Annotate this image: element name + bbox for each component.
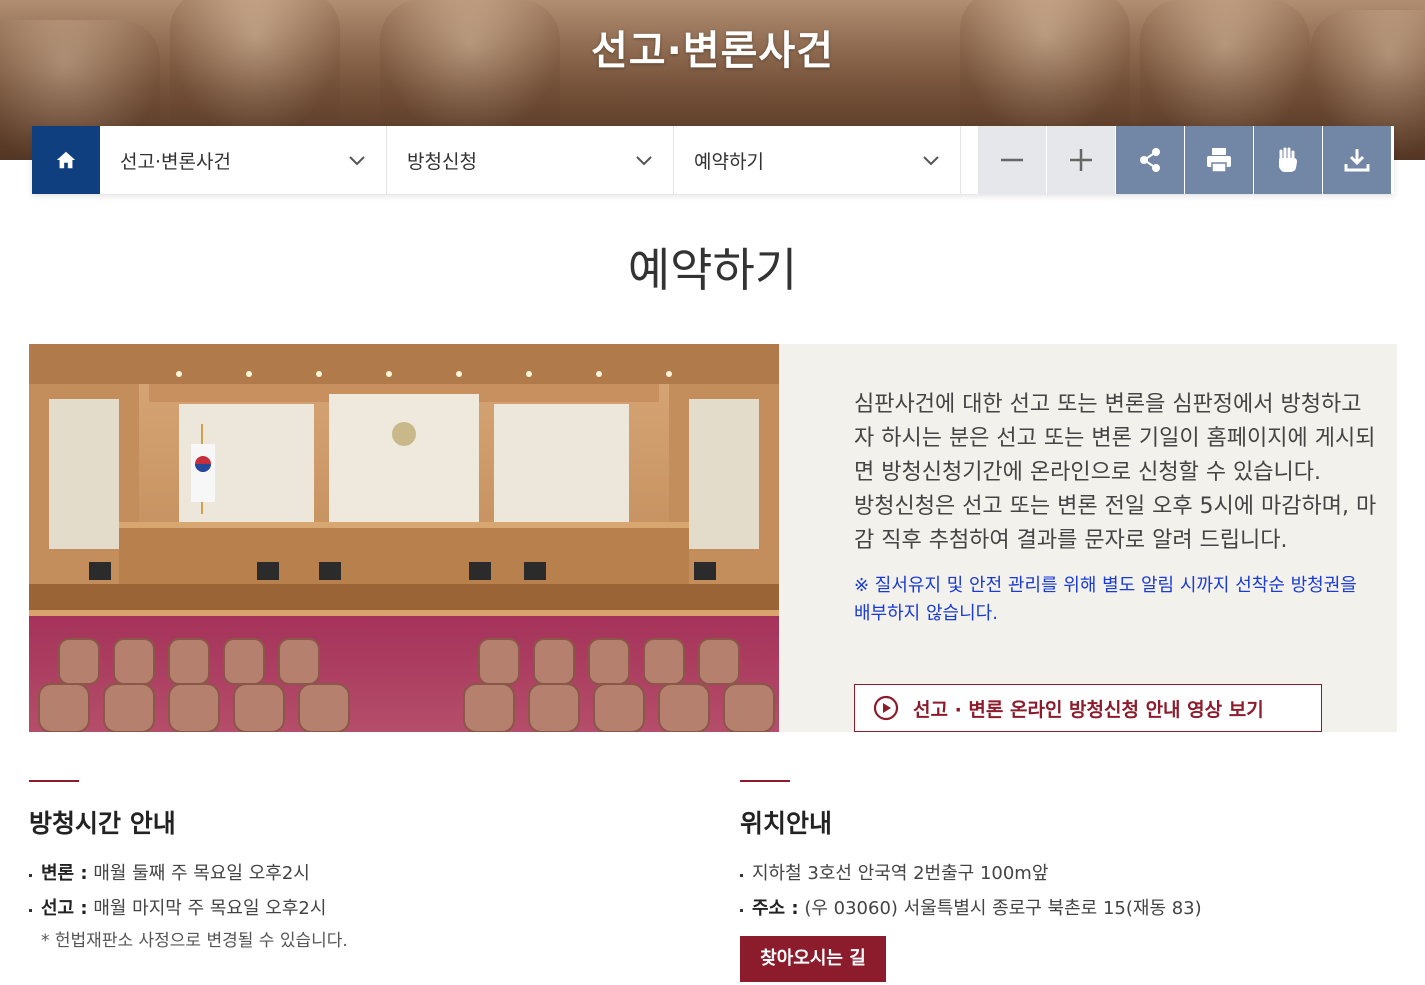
location-title: 위치안내 bbox=[740, 809, 833, 838]
item-label: 선고 : bbox=[41, 898, 88, 919]
zoom-out-button[interactable] bbox=[977, 126, 1046, 194]
guide-video-label: 선고 · 변론 온라인 방청신청 안내 영상 보기 bbox=[913, 698, 1264, 721]
item-value: 매월 마지막 주 목요일 오후2시 bbox=[93, 898, 327, 919]
item-value: 매월 둘째 주 목요일 오후2시 bbox=[93, 863, 310, 884]
hearing-hours-list: 변론 : 매월 둘째 주 목요일 오후2시 선고 : 매월 마지막 주 목요일 … bbox=[29, 862, 669, 921]
zoom-in-icon bbox=[1070, 149, 1092, 171]
section-divider bbox=[29, 780, 79, 782]
download-icon bbox=[1344, 149, 1370, 172]
intro-description-2: 방청신청은 선고 또는 변론 전일 오후 5시에 마감하며, 마감 직후 추첨하… bbox=[854, 494, 1377, 553]
home-button[interactable] bbox=[32, 126, 100, 194]
chevron-down-icon bbox=[636, 156, 652, 166]
courtroom-image bbox=[29, 344, 779, 732]
download-button[interactable] bbox=[1322, 126, 1391, 194]
print-button[interactable] bbox=[1184, 126, 1253, 194]
location-nav-bar: 선고·변론사건 방청신청 예약하기 bbox=[32, 126, 1394, 194]
page-title: 예약하기 bbox=[627, 243, 798, 297]
zoom-out-icon bbox=[1001, 158, 1023, 162]
intro-description: 심판사건에 대한 선고 또는 변론을 심판정에서 방청하고자 하시는 분은 선고… bbox=[854, 392, 1376, 485]
subway-info: 지하철 3호선 안국역 2번출구 100m앞 bbox=[752, 863, 1049, 884]
share-button[interactable] bbox=[1115, 126, 1184, 194]
chevron-down-icon bbox=[349, 156, 365, 166]
hero-title: 선고·변론사건 bbox=[591, 28, 834, 74]
nav-dropdown-page[interactable]: 예약하기 bbox=[674, 126, 961, 194]
print-icon bbox=[1207, 148, 1231, 173]
share-icon bbox=[1140, 148, 1160, 172]
intro-text: 심판사건에 대한 선고 또는 변론을 심판정에서 방청하고자 하시는 분은 선고… bbox=[854, 388, 1379, 628]
nav-dropdown-label: 선고·변론사건 bbox=[120, 150, 231, 173]
list-item: 변론 : 매월 둘째 주 목요일 오후2시 bbox=[29, 862, 669, 886]
section-divider bbox=[740, 780, 790, 782]
intro-section: 심판사건에 대한 선고 또는 변론을 심판정에서 방청하고자 하시는 분은 선고… bbox=[29, 344, 1397, 732]
nav-dropdown-category[interactable]: 선고·변론사건 bbox=[100, 126, 387, 194]
guide-video-button[interactable]: 선고 · 변론 온라인 방청신청 안내 영상 보기 bbox=[854, 684, 1322, 732]
nav-dropdown-label: 방청신청 bbox=[407, 150, 477, 173]
zoom-in-button[interactable] bbox=[1046, 126, 1115, 194]
hand-icon bbox=[1279, 147, 1297, 172]
item-label: 변론 : bbox=[41, 863, 88, 884]
directions-button[interactable]: 찾아오시는 길 bbox=[740, 936, 886, 982]
seat-notice: ※ 질서유지 및 안전 관리를 위해 별도 알림 시까지 선착순 방청권을 배부… bbox=[854, 575, 1357, 624]
hearing-hours-title: 방청시간 안내 bbox=[29, 809, 176, 838]
gesture-button[interactable] bbox=[1253, 126, 1322, 194]
address-value: (우 03060) 서울특별시 종로구 북촌로 15(재동 83) bbox=[804, 898, 1202, 919]
location-list: 지하철 3호선 안국역 2번출구 100m앞 주소 : (우 03060) 서울… bbox=[740, 862, 1380, 921]
list-item: 주소 : (우 03060) 서울특별시 종로구 북촌로 15(재동 83) bbox=[740, 897, 1380, 921]
nav-dropdown-label: 예약하기 bbox=[694, 150, 764, 173]
schedule-note: * 헌법재판소 사정으로 변경될 수 있습니다. bbox=[41, 931, 348, 951]
hearing-hours-section: 방청시간 안내 변론 : 매월 둘째 주 목요일 오후2시 선고 : 매월 마지… bbox=[29, 780, 669, 951]
play-circle-icon bbox=[873, 695, 899, 721]
chevron-down-icon bbox=[923, 156, 939, 166]
nav-spacer bbox=[961, 126, 977, 194]
nav-dropdown-section[interactable]: 방청신청 bbox=[387, 126, 674, 194]
list-item: 지하철 3호선 안국역 2번출구 100m앞 bbox=[740, 862, 1380, 886]
location-section: 위치안내 지하철 3호선 안국역 2번출구 100m앞 주소 : (우 0306… bbox=[740, 780, 1380, 982]
list-item: 선고 : 매월 마지막 주 목요일 오후2시 bbox=[29, 897, 669, 921]
address-label: 주소 : bbox=[752, 898, 799, 919]
home-icon bbox=[56, 151, 76, 169]
